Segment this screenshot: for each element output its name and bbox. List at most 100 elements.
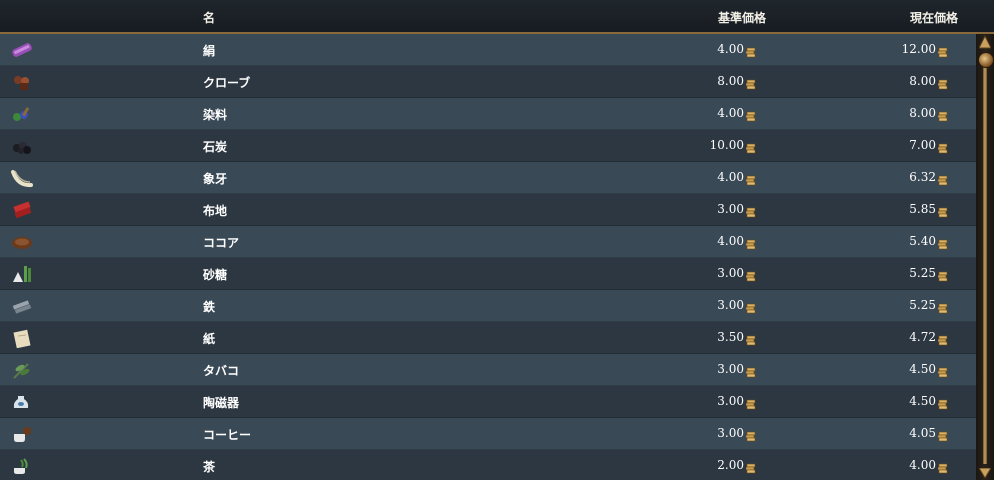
goods-name: クローブ xyxy=(203,76,251,90)
table-row[interactable]: 茶 2.00 4.00 xyxy=(0,450,976,480)
ducats-icon xyxy=(745,331,756,346)
ducats-icon xyxy=(745,363,756,378)
ducats-icon xyxy=(745,203,756,218)
ducats-icon xyxy=(745,267,756,282)
cloves-icon xyxy=(14,76,29,90)
dyes-icon xyxy=(13,107,30,121)
current-price-value: 8.00 xyxy=(909,74,936,88)
base-price-value: 4.00 xyxy=(717,42,744,56)
current-price-value: 4.05 xyxy=(909,426,936,440)
goods-name: 鉄 xyxy=(203,300,216,314)
ducats-icon xyxy=(745,427,756,442)
ducats-icon xyxy=(745,235,756,250)
table-row[interactable]: タバコ 3.00 4.50 xyxy=(0,354,976,386)
base-price-value: 2.00 xyxy=(717,458,744,472)
ducats-icon xyxy=(937,299,948,314)
goods-name: ココア xyxy=(203,236,240,250)
table-row[interactable]: 絹 4.00 12.00 xyxy=(0,34,976,66)
base-price-value: 8.00 xyxy=(717,74,744,88)
ivory-icon xyxy=(11,170,33,188)
goods-name: 紙 xyxy=(203,332,216,346)
base-price-value: 3.00 xyxy=(717,426,744,440)
current-price-value: 5.85 xyxy=(909,202,936,216)
current-price-value: 4.50 xyxy=(909,362,936,376)
goods-name: 石炭 xyxy=(203,140,228,154)
porcelain-icon xyxy=(13,396,29,408)
base-price-value: 4.00 xyxy=(717,106,744,120)
scroll-down-arrow-icon[interactable] xyxy=(979,468,991,478)
scrollbar[interactable] xyxy=(976,34,994,480)
base-price-value: 3.00 xyxy=(717,362,744,376)
ducats-icon xyxy=(937,43,948,58)
ducats-icon xyxy=(937,171,948,186)
table-row[interactable]: コーヒー 3.00 4.05 xyxy=(0,418,976,450)
table-header: 名 基準価格 現在価格 xyxy=(0,0,994,34)
ducats-icon xyxy=(745,171,756,186)
goods-name: タバコ xyxy=(203,364,240,378)
ducats-icon xyxy=(937,203,948,218)
coffee-icon xyxy=(14,427,31,442)
coal-icon xyxy=(13,142,31,154)
silk-icon xyxy=(12,43,32,57)
table-row[interactable]: 染料 4.00 8.00 xyxy=(0,98,976,130)
table-row[interactable]: 象牙 4.00 6.32 xyxy=(0,162,976,194)
table-row[interactable]: ココア 4.00 5.40 xyxy=(0,226,976,258)
ducats-icon xyxy=(745,139,756,154)
iron-icon xyxy=(12,300,32,314)
goods-list: 絹 4.00 12.00 クローブ 8.00 8.00 染料 4.00 8.00 石炭 10.00 7… xyxy=(0,34,976,480)
goods-name: 絹 xyxy=(203,44,216,58)
cocoa-icon xyxy=(12,237,32,249)
table-row[interactable]: 砂糖 3.00 5.25 xyxy=(0,258,976,290)
scroll-up-arrow-icon[interactable] xyxy=(979,36,991,50)
goods-name: 染料 xyxy=(203,108,228,122)
column-header-current-price[interactable]: 現在価格 xyxy=(910,9,958,26)
scroll-track[interactable] xyxy=(983,54,987,464)
paper-icon xyxy=(13,329,31,348)
base-price-value: 3.00 xyxy=(717,298,744,312)
current-price-value: 5.40 xyxy=(909,234,936,248)
table-row[interactable]: 布地 3.00 5.85 xyxy=(0,194,976,226)
ducats-icon xyxy=(937,363,948,378)
tobacco-icon xyxy=(13,363,30,379)
ducats-icon xyxy=(937,139,948,154)
current-price-value: 5.25 xyxy=(909,266,936,280)
current-price-value: 5.25 xyxy=(909,298,936,312)
ducats-icon xyxy=(937,427,948,442)
trade-goods-panel: 名 基準価格 現在価格 絹 4.00 12.00 クローブ 8.00 8.00 染料 4.00… xyxy=(0,0,994,480)
goods-name: 砂糖 xyxy=(203,268,228,282)
goods-name: コーヒー xyxy=(203,428,252,442)
ducats-icon xyxy=(745,43,756,58)
scroll-thumb[interactable] xyxy=(978,52,994,68)
ducats-icon xyxy=(745,299,756,314)
current-price-value: 6.32 xyxy=(909,170,936,184)
column-header-name[interactable]: 名 xyxy=(203,9,215,26)
ducats-icon xyxy=(937,107,948,122)
cloth-icon xyxy=(13,201,32,219)
table-row[interactable]: 石炭 10.00 7.00 xyxy=(0,130,976,162)
table-row[interactable]: クローブ 8.00 8.00 xyxy=(0,66,976,98)
goods-name: 茶 xyxy=(203,460,216,474)
ducats-icon xyxy=(937,75,948,90)
base-price-value: 10.00 xyxy=(709,138,744,152)
sugar-icon xyxy=(13,266,31,282)
ducats-icon xyxy=(937,459,948,474)
table-row[interactable]: 鉄 3.00 5.25 xyxy=(0,290,976,322)
base-price-value: 3.00 xyxy=(717,394,744,408)
current-price-value: 4.50 xyxy=(909,394,936,408)
ducats-icon xyxy=(937,331,948,346)
current-price-value: 4.00 xyxy=(909,458,936,472)
current-price-value: 8.00 xyxy=(909,106,936,120)
table-row[interactable]: 紙 3.50 4.72 xyxy=(0,322,976,354)
column-header-base-price[interactable]: 基準価格 xyxy=(718,9,766,26)
base-price-value: 3.00 xyxy=(717,202,744,216)
table-row[interactable]: 陶磁器 3.00 4.50 xyxy=(0,386,976,418)
goods-name: 布地 xyxy=(203,204,228,218)
ducats-icon xyxy=(937,395,948,410)
ducats-icon xyxy=(745,75,756,90)
tea-icon xyxy=(14,458,28,474)
base-price-value: 4.00 xyxy=(717,170,744,184)
ducats-icon xyxy=(745,395,756,410)
base-price-value: 4.00 xyxy=(717,234,744,248)
goods-name: 象牙 xyxy=(203,172,228,186)
base-price-value: 3.50 xyxy=(717,330,744,344)
